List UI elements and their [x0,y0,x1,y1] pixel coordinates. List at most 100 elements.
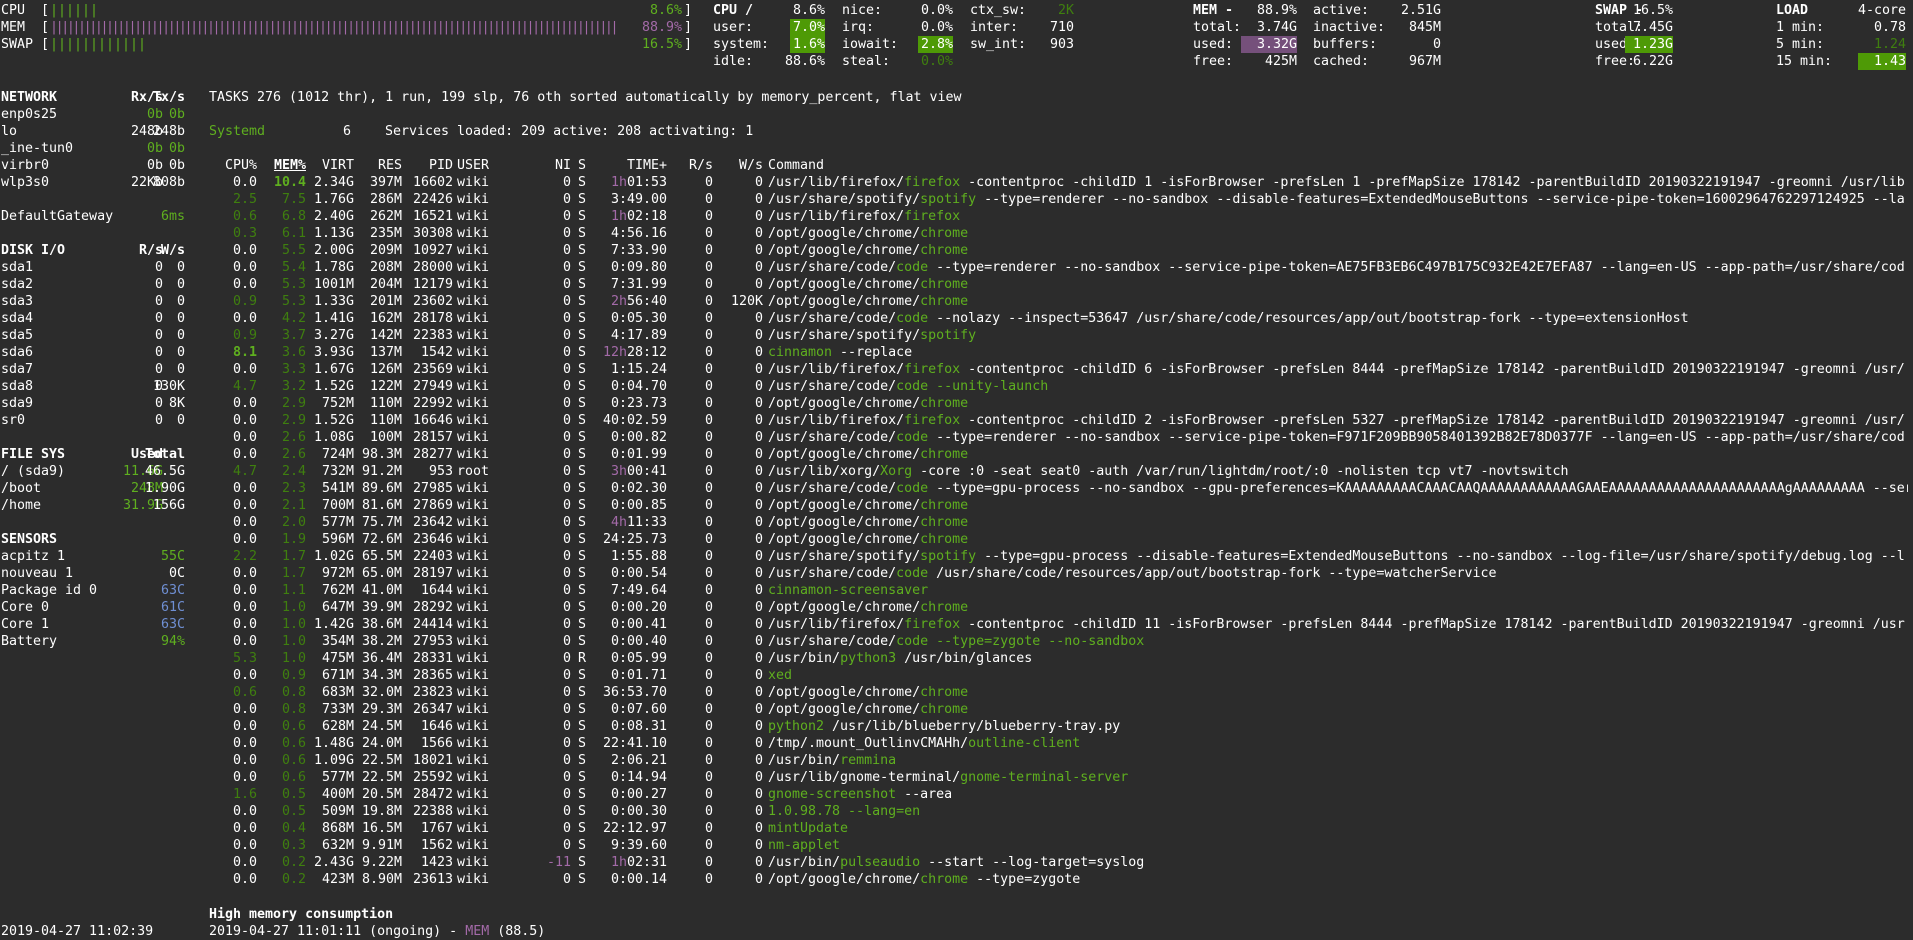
proc-pid: 27953 [412,634,453,649]
disk-write: 0 [176,311,185,326]
proc-mem: 0.6 [281,770,306,785]
proc-write: 0 [754,379,763,394]
proc-cpu: 8.1 [232,345,257,360]
fs-mount: /boot [1,481,42,496]
proc-state: S [578,294,587,309]
sensor-value: 94% [160,634,185,649]
fs-total: 46.5G [144,464,185,479]
proc-time: 1h02:31 [610,855,667,870]
proc-user: wiki [457,736,490,751]
proc-ni: 0 [562,192,571,207]
proc-write: 0 [754,566,763,581]
alert-line: 2019-04-27 11:01:11 (ongoing) - MEM (88.… [209,924,546,939]
proc-user: wiki [457,651,490,666]
proc-virt: 2.43G [313,855,354,870]
proc-write: 0 [754,328,763,343]
proc-virt: 628M [321,719,354,734]
mem-bar-pct: 88.9% [641,20,682,35]
proc-res: 34.3M [361,668,402,683]
proc-user: wiki [457,702,490,717]
proc-cpu: 0.0 [232,821,257,836]
proc-pid: 28178 [412,311,453,326]
proc-virt: 671M [321,668,354,683]
proc-write: 0 [754,600,763,615]
proc-command: /opt/google/chrome/chrome [768,226,969,241]
proc-pid: 28292 [412,600,453,615]
proc-user: wiki [457,498,490,513]
proc-res: 36.4M [361,651,402,666]
proc-ni: 0 [562,651,571,666]
proc-ni: 0 [562,311,571,326]
sensor-name: Battery [1,634,58,649]
proc-user: wiki [457,634,490,649]
fs-header-label: FILE SYS [1,447,66,462]
proc-ni: 0 [562,719,571,734]
proc-command: /usr/share/code/code --type=renderer --n… [768,430,1905,445]
proc-command: /opt/google/chrome/chrome [768,277,969,292]
proc-res: 72.6M [361,532,402,547]
proc-command: /usr/lib/firefox/firefox -contentproc -c… [768,362,1905,377]
proc-mem: 3.2 [281,379,306,394]
proc-ni: 0 [562,464,571,479]
proc-mem: 1.0 [281,600,306,615]
proc-virt: 475M [321,651,354,666]
proc-user: wiki [457,311,490,326]
proc-ni: 0 [562,498,571,513]
network-header-tx: Tx/s [152,90,185,105]
disk-name: sda4 [1,311,34,326]
proc-time: 0:00.14 [610,872,667,887]
proc-ni: 0 [562,260,571,275]
proc-res: 16.5M [361,821,402,836]
proc-mem: 6.1 [281,226,306,241]
proc-pid: 22383 [412,328,453,343]
proc-read: 0 [704,549,713,564]
proc-write: 0 [754,226,763,241]
proc-mem: 0.9 [281,668,306,683]
proc-virt: 1.08G [313,430,354,445]
proc-cpu: 0.0 [232,668,257,683]
fs-total: 1.90G [144,481,185,496]
disk-write: 130K [152,379,185,394]
network-iface: enp0s25 [1,107,58,122]
proc-command: /opt/google/chrome/chrome --type=zygote [768,872,1081,887]
proc-pid: 27985 [412,481,453,496]
proc-pid: 28331 [412,651,453,666]
proc-virt: 868M [321,821,354,836]
proc-state: S [578,634,587,649]
proc-user: wiki [457,362,490,377]
proc-state: S [578,464,587,479]
proc-command: /usr/bin/python3 /usr/bin/glances [768,651,1033,666]
proc-ni: 0 [562,685,571,700]
proc-write: 0 [754,413,763,428]
proc-ni: 0 [562,294,571,309]
disk-write: 0 [176,413,185,428]
proc-read: 0 [704,753,713,768]
proc-res: 98.3M [361,447,402,462]
proc-time: 12h28:12 [602,345,667,360]
proc-virt: 762M [321,583,354,598]
proc-command: python2 /usr/lib/blueberry/blueberry-tra… [768,719,1121,734]
proc-command: /usr/share/code/code --unity-launch [768,379,1049,394]
proc-command: xed [768,668,793,683]
sensor-name: acpitz 1 [1,549,66,564]
proc-mem: 0.4 [281,821,306,836]
proc-virt: 733M [321,702,354,717]
tasks-summary: TASKS 276 (1012 thr), 1 run, 199 slp, 76… [209,90,962,105]
proc-user: wiki [457,685,490,700]
hdr-mem: MEM% [273,158,306,173]
proc-virt: 541M [321,481,354,496]
proc-mem: 3.6 [281,345,306,360]
proc-pid: 953 [428,464,453,479]
proc-cpu: 0.0 [232,736,257,751]
proc-write: 0 [754,770,763,785]
proc-command: gnome-screenshot --area [768,787,953,802]
systemd-services: Services loaded: 209 active: 208 activat… [385,124,754,139]
proc-res: 29.3M [361,702,402,717]
proc-read: 0 [704,838,713,853]
proc-virt: 3.93G [313,345,354,360]
proc-time: 9:39.60 [610,838,667,853]
proc-ni: 0 [562,226,571,241]
proc-res: 137M [369,345,402,360]
proc-time: 0:02.30 [610,481,667,496]
proc-pid: 24414 [412,617,453,632]
